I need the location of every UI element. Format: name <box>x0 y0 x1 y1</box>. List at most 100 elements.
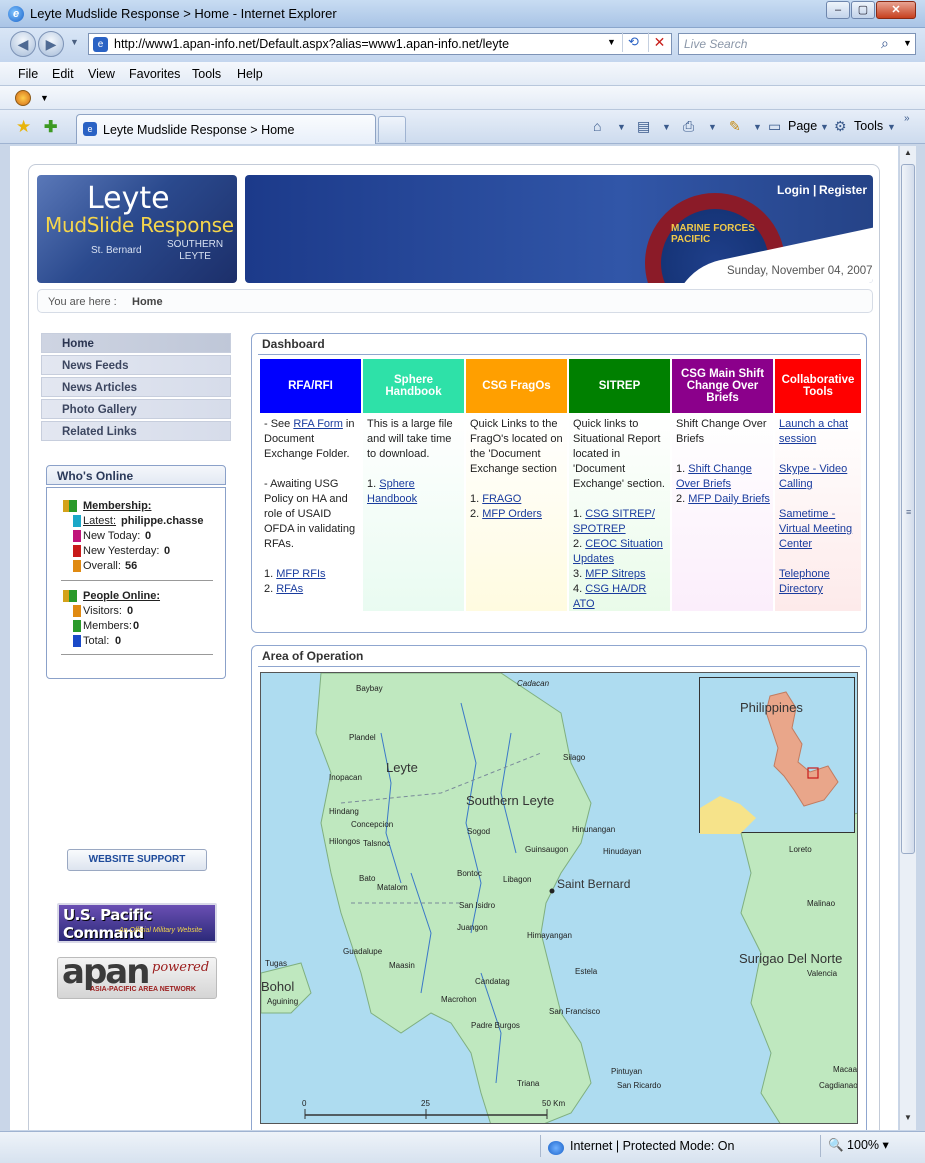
rfa-form-link[interactable]: RFA Form <box>293 418 343 430</box>
scroll-down-icon[interactable]: ▼ <box>901 1113 915 1127</box>
feeds-icon[interactable]: ▤ <box>637 118 650 135</box>
ceoc-updates-link[interactable]: CEOC Situation Updates <box>573 538 663 565</box>
visitors-value: 0 <box>127 605 134 617</box>
dashboard-body-sitrep: Quick links to Situational Report locate… <box>569 417 670 611</box>
register-link[interactable]: Register <box>819 183 867 197</box>
area-map[interactable]: Leyte Southern Leyte Bohol Surigao Del N… <box>260 672 858 1124</box>
divider <box>61 580 213 581</box>
tools-dropdown-icon[interactable]: ▼ <box>887 122 896 132</box>
grip-icon: ≡ <box>906 507 912 517</box>
menu-favorites[interactable]: Favorites <box>129 67 180 81</box>
search-icon[interactable]: ⌕ <box>881 35 889 52</box>
feeds-dropdown-icon[interactable]: ▼ <box>662 122 671 132</box>
vertical-scrollbar[interactable]: ▲ ≡ ▼ <box>899 146 916 1130</box>
search-options-icon[interactable]: ▼ <box>903 38 912 48</box>
place-label: Aguining <box>267 997 299 1006</box>
nav-item-photo-gallery[interactable]: Photo Gallery <box>41 399 231 419</box>
mfp-orders-link[interactable]: MFP Orders <box>482 508 542 520</box>
login-link[interactable]: Login <box>777 183 810 197</box>
apan-subtitle: ASIA-PACIFIC AREA NETWORK <box>90 986 196 993</box>
place-label: Bato <box>359 874 376 883</box>
nav-item-related-links[interactable]: Related Links <box>41 421 231 441</box>
person-icon <box>73 560 81 572</box>
sphere-handbook-link[interactable]: Sphere Handbook <box>367 478 417 505</box>
close-button[interactable]: ✕ <box>876 1 916 19</box>
page-container: Leyte MudSlide Response St. Bernard SOUT… <box>28 164 880 1130</box>
back-button[interactable]: ◀ <box>10 31 36 57</box>
shift-briefs-link[interactable]: Shift Change Over Briefs <box>676 463 752 490</box>
frago-link[interactable]: FRAGO <box>482 493 521 505</box>
csg-sitrep-link[interactable]: CSG SITREP/ SPOTREP <box>573 508 655 535</box>
search-input[interactable]: Live Search ⌕ ▼ <box>678 33 916 55</box>
apan-logo[interactable]: apan powered ASIA-PACIFIC AREA NETWORK <box>57 952 217 999</box>
security-zone[interactable]: Internet | Protected Mode: On <box>570 1139 734 1153</box>
place-label: Concepcion <box>351 820 394 829</box>
skype-link[interactable]: Skype - Video Calling <box>779 463 847 490</box>
home-icon[interactable]: ⌂ <box>593 118 601 134</box>
chat-session-link[interactable]: Launch a chat session <box>779 418 848 445</box>
page-menu[interactable]: Page <box>788 119 817 133</box>
people-online-link[interactable]: People Online: <box>83 590 160 602</box>
pen-icon[interactable]: ✎ <box>729 118 741 135</box>
scroll-thumb[interactable]: ≡ <box>901 164 915 854</box>
nav-item-news-articles[interactable]: News Articles <box>41 377 231 397</box>
place-label: Cagdianao <box>819 1081 858 1090</box>
zoom-level[interactable]: 🔍 100% ▾ <box>828 1137 889 1153</box>
stop-icon[interactable]: ✕ <box>648 32 670 52</box>
telephone-directory-link[interactable]: Telephone Directory <box>779 568 830 595</box>
mfp-rfis-link[interactable]: MFP RFIs <box>276 568 325 580</box>
maximize-button[interactable]: ▢ <box>851 1 875 19</box>
menu-file[interactable]: File <box>18 67 38 81</box>
login-separator: | <box>813 183 817 197</box>
nav-item-news-feeds[interactable]: News Feeds <box>41 355 231 375</box>
menu-help[interactable]: Help <box>237 67 263 81</box>
scroll-up-icon[interactable]: ▲ <box>901 148 915 162</box>
gear-icon[interactable]: ⚙ <box>834 118 847 135</box>
fragos-list: 1. FRAGO 2. MFP Orders <box>470 493 542 520</box>
rfas-link[interactable]: RFAs <box>276 583 303 595</box>
feed-icon[interactable] <box>15 90 31 106</box>
tools-menu[interactable]: Tools <box>854 119 883 133</box>
latest-link[interactable]: Latest: <box>83 515 116 527</box>
links-dropdown-icon[interactable]: ▼ <box>40 93 49 103</box>
members-label: Members: <box>83 620 132 632</box>
url-field[interactable]: e http://www1.apan-info.net/Default.aspx… <box>88 33 672 55</box>
refresh-icon[interactable]: ⟲ <box>622 32 644 52</box>
tab-leyte-home[interactable]: e Leyte Mudslide Response > Home <box>76 114 376 144</box>
forward-button[interactable]: ▶ <box>38 31 64 57</box>
menu-view[interactable]: View <box>88 67 115 81</box>
page-menu-icon[interactable]: ▭ <box>768 118 781 135</box>
place-label: Sogod <box>467 827 491 836</box>
dashboard-rule <box>258 354 860 355</box>
place-label: Talsnoc <box>363 839 391 848</box>
print-dropdown-icon[interactable]: ▼ <box>708 122 717 132</box>
url-dropdown-icon[interactable]: ▼ <box>607 37 616 47</box>
chevron-more-icon[interactable]: » <box>904 113 910 124</box>
new-tab-button[interactable] <box>378 116 406 142</box>
site-logo[interactable]: Leyte MudSlide Response St. Bernard SOUT… <box>37 175 237 283</box>
page-dropdown-icon[interactable]: ▼ <box>820 122 829 132</box>
region-southern-leyte: Southern Leyte <box>466 793 555 808</box>
us-pacific-command-logo[interactable]: U.S. Pacific Command An Official Militar… <box>57 903 217 943</box>
menu-tools[interactable]: Tools <box>192 67 221 81</box>
membership-link[interactable]: Membership: <box>83 500 151 512</box>
whos-online-panel: Membership: Latest: philippe.chasse New … <box>46 487 226 679</box>
recent-pages-dropdown-icon[interactable]: ▼ <box>70 37 79 47</box>
logo-line-1: Leyte <box>87 181 170 216</box>
mfp-daily-briefs-link[interactable]: MFP Daily Briefs <box>688 493 770 505</box>
website-support-button[interactable]: WEBSITE SUPPORT <box>67 849 207 871</box>
place-label: Macrohon <box>441 995 477 1004</box>
sametime-link[interactable]: Sametime - Virtual Meeting Center <box>779 508 852 550</box>
csg-hadr-ato-link[interactable]: CSG HA/DR ATO <box>573 583 646 610</box>
add-favorite-icon[interactable]: ✚ <box>44 117 57 137</box>
print-icon[interactable]: ⎙ <box>683 118 694 135</box>
minimize-button[interactable]: ‒ <box>826 1 850 19</box>
home-dropdown-icon[interactable]: ▼ <box>617 122 626 132</box>
url-text[interactable]: http://www1.apan-info.net/Default.aspx?a… <box>114 37 509 51</box>
menu-edit[interactable]: Edit <box>52 67 74 81</box>
mfp-sitreps-link[interactable]: MFP Sitreps <box>585 568 645 580</box>
place-label: Guinsaugon <box>525 845 569 854</box>
favorites-star-icon[interactable]: ★ <box>16 117 31 137</box>
nav-item-home[interactable]: Home <box>41 333 231 353</box>
pen-dropdown-icon[interactable]: ▼ <box>753 122 762 132</box>
